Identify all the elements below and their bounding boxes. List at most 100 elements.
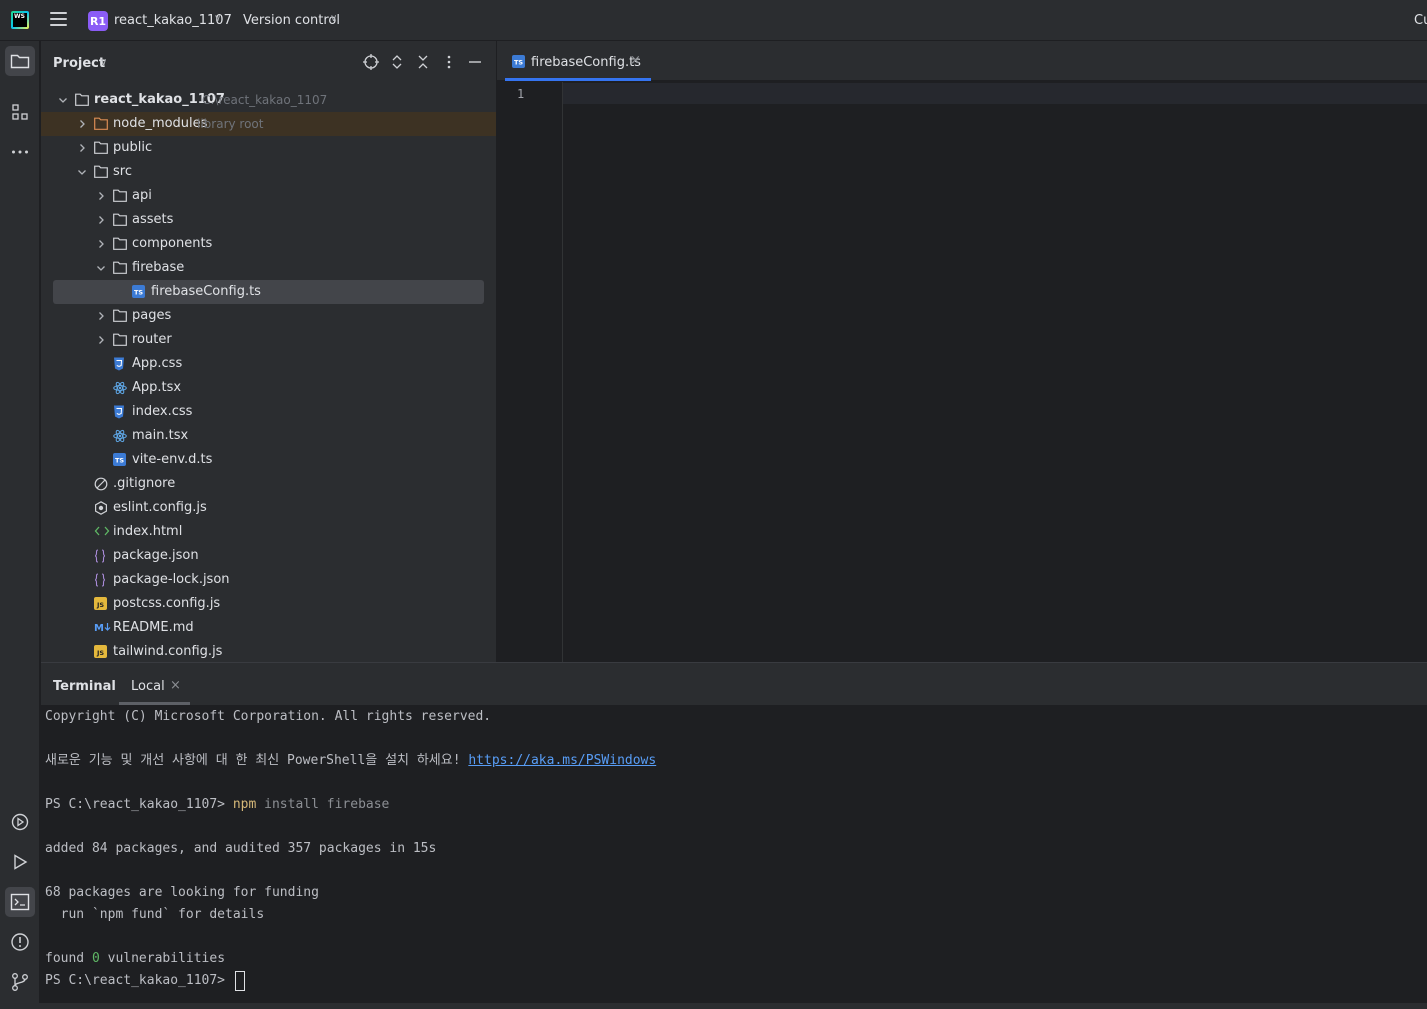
chevron-down-icon[interactable] — [76, 166, 88, 178]
folder-icon — [113, 309, 127, 323]
tree-item-label: package.json — [113, 548, 199, 563]
terminal-line-funding: 68 packages are looking for funding — [45, 885, 319, 900]
tree-item-router[interactable]: router — [41, 328, 496, 352]
terminal-line-command: PS C:\react_kakao_1107> npm install fire… — [45, 794, 389, 816]
javascript-file-icon: JS — [94, 597, 108, 611]
eslint-file-icon — [94, 501, 108, 515]
folder-icon — [94, 141, 108, 155]
tree-item-postcss-config-js[interactable]: JS postcss.config.js — [41, 592, 496, 616]
services-icon[interactable] — [5, 807, 35, 837]
svg-text:TS: TS — [115, 457, 124, 465]
tree-item-label: index.css — [132, 404, 193, 419]
problems-icon[interactable] — [5, 927, 35, 957]
folder-icon — [113, 213, 127, 227]
tree-item-app-tsx[interactable]: App.tsx — [41, 376, 496, 400]
run-icon[interactable] — [5, 847, 35, 877]
collapse-all-icon[interactable] — [415, 54, 431, 70]
svg-text:TS: TS — [134, 289, 143, 297]
react-file-icon — [113, 429, 127, 443]
chevron-down-icon[interactable] — [57, 94, 69, 106]
terminal-tab-bar: Terminal Local × — [41, 663, 1427, 705]
css-file-icon — [113, 405, 127, 419]
close-icon[interactable]: × — [630, 53, 641, 68]
tree-item-pages[interactable]: pages — [41, 304, 496, 328]
tree-item-eslint-config-js[interactable]: eslint.config.js — [41, 496, 496, 520]
tree-item-label: .gitignore — [113, 476, 176, 491]
chevron-down-icon[interactable]: ∨ — [100, 57, 107, 68]
folder-icon — [113, 189, 127, 203]
locate-icon[interactable] — [363, 54, 379, 70]
tree-item-main-tsx[interactable]: main.tsx — [41, 424, 496, 448]
tree-item-app-css[interactable]: App.css — [41, 352, 496, 376]
editor-gutter[interactable] — [497, 82, 563, 662]
tree-item-vite-env-d-ts[interactable]: TS vite-env.d.ts — [41, 448, 496, 472]
chevron-right-icon[interactable] — [95, 310, 107, 322]
tree-item-label: node_modules — [113, 116, 208, 131]
tree-item-tailwind-config-js[interactable]: JS tailwind.config.js — [41, 640, 496, 662]
tree-item-label: main.tsx — [132, 428, 189, 443]
gitignore-file-icon — [94, 477, 108, 491]
version-control-menu[interactable]: Version control — [243, 13, 340, 28]
tree-item-public[interactable]: public — [41, 136, 496, 160]
typescript-file-icon: TS — [113, 453, 127, 467]
chevron-right-icon[interactable] — [76, 142, 88, 154]
editor-tab-firebaseconfig[interactable]: TS firebaseConfig.ts × — [505, 41, 651, 81]
tree-item-label: assets — [132, 212, 174, 227]
project-panel-title[interactable]: Project — [53, 56, 105, 71]
webstorm-logo-icon[interactable]: WS — [11, 11, 29, 29]
chevron-down-icon[interactable]: ∨ — [330, 13, 337, 24]
title-bar-right-label[interactable]: Cu — [1414, 13, 1427, 28]
tree-item-index-html[interactable]: index.html — [41, 520, 496, 544]
json-file-icon — [94, 549, 108, 563]
terminal-tab-local[interactable]: Local — [131, 679, 165, 694]
project-folder-icon[interactable] — [5, 46, 35, 76]
minimize-icon[interactable] — [467, 54, 483, 70]
structure-icon[interactable] — [5, 97, 35, 127]
tree-item-label: README.md — [113, 620, 194, 635]
title-bar: WS R1 react_kakao_1107 ∨ Version control… — [0, 0, 1427, 41]
chevron-right-icon[interactable] — [76, 118, 88, 130]
terminal-line-copyright: Copyright (C) Microsoft Corporation. All… — [45, 709, 492, 724]
tree-item-react-kakao-1107[interactable]: react_kakao_1107 C:\react_kakao_1107 — [41, 88, 496, 112]
terminal-panel: Terminal Local × Copyright (C) Microsoft… — [41, 662, 1427, 1003]
chevron-down-icon[interactable]: ∨ — [214, 13, 221, 24]
expand-all-icon[interactable] — [389, 54, 405, 70]
chevron-right-icon[interactable] — [95, 214, 107, 226]
tree-item-index-css[interactable]: index.css — [41, 400, 496, 424]
chevron-right-icon[interactable] — [95, 238, 107, 250]
folder-icon — [113, 333, 127, 347]
tree-item-package-lock-json[interactable]: package-lock.json — [41, 568, 496, 592]
editor-tab-bar: TS firebaseConfig.ts × — [497, 41, 1427, 81]
tree-item-label: index.html — [113, 524, 183, 539]
tree-item-components[interactable]: components — [41, 232, 496, 256]
chevron-right-icon[interactable] — [95, 334, 107, 346]
more-icon[interactable] — [5, 137, 35, 167]
tree-item-label: api — [132, 188, 152, 203]
tree-item-node-modules[interactable]: node_modules library root — [41, 112, 496, 136]
hamburger-icon[interactable] — [50, 12, 67, 28]
tree-item-assets[interactable]: assets — [41, 208, 496, 232]
tree-item-gitignore[interactable]: .gitignore — [41, 472, 496, 496]
terminal-title: Terminal — [53, 679, 116, 694]
json-file-icon — [94, 573, 108, 587]
tree-item-readme-md[interactable]: M README.md — [41, 616, 496, 640]
terminal-cursor[interactable] — [234, 970, 245, 991]
tree-item-package-json[interactable]: package.json — [41, 544, 496, 568]
tree-item-firebase[interactable]: firebase — [41, 256, 496, 280]
prompt: PS C:\react_kakao_1107> — [45, 973, 233, 988]
chevron-right-icon[interactable] — [95, 190, 107, 202]
close-icon[interactable]: × — [170, 678, 181, 693]
folder-icon — [94, 165, 108, 179]
chevron-down-icon[interactable] — [95, 262, 107, 274]
found-text: found — [45, 951, 92, 966]
terminal-line-notice: 새로운 기능 및 개선 사항에 대 한 최신 PowerShell을 설치 하세… — [45, 750, 656, 772]
options-icon[interactable] — [441, 54, 457, 70]
terminal-icon[interactable] — [5, 887, 35, 917]
git-icon[interactable] — [5, 967, 35, 997]
typescript-file-icon: TS — [512, 55, 525, 68]
tree-item-src[interactable]: src — [41, 160, 496, 184]
project-badge[interactable]: R1 — [88, 11, 108, 31]
powershell-link[interactable]: https://aka.ms/PSWindows — [468, 753, 656, 768]
tree-item-api[interactable]: api — [41, 184, 496, 208]
tree-item-firebaseconfig-ts[interactable]: TS firebaseConfig.ts — [53, 280, 484, 304]
